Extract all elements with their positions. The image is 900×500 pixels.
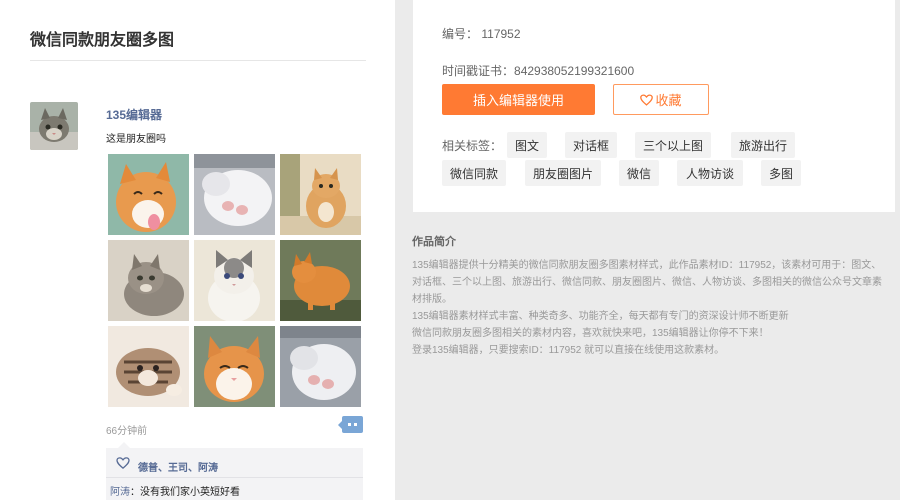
avatar xyxy=(30,102,78,150)
cert-value: 842938052199321600 xyxy=(514,64,635,78)
likers-list[interactable]: 德普、王司、阿涛 xyxy=(138,459,218,474)
post-user-name[interactable]: 135编辑器 xyxy=(106,106,162,123)
comment-dot xyxy=(348,423,351,426)
photo-cell[interactable] xyxy=(108,154,189,235)
photo-cell[interactable] xyxy=(108,326,189,407)
heart-icon xyxy=(116,457,130,469)
tag[interactable]: 旅游出行 xyxy=(731,132,795,158)
timestamp-certificate: 时间戳证书：842938052199321600 xyxy=(442,62,634,79)
tags-label: 相关标签： xyxy=(442,139,503,153)
tag[interactable]: 朋友圈图片 xyxy=(525,160,601,186)
description-paragraph: 微信同款朋友圈多图相关的素材内容，喜欢就快来吧，135编辑器让你停不下来！ xyxy=(412,328,769,339)
description-text: 135编辑器提供十分精美的微信同款朋友圈多图素材样式，此作品素材ID：11795… xyxy=(412,257,890,359)
tag[interactable]: 微信 xyxy=(619,160,659,186)
photo-cell[interactable] xyxy=(108,240,189,321)
tag[interactable]: 人物访谈 xyxy=(677,160,743,186)
tag[interactable]: 多图 xyxy=(761,160,801,186)
favorite-button[interactable]: 收藏 xyxy=(613,84,709,115)
divider xyxy=(106,477,363,478)
tag[interactable]: 微信同款 xyxy=(442,160,506,186)
commenter-name[interactable]: 阿涛 xyxy=(110,487,130,498)
comment-text: 没有我们家小英短好看 xyxy=(140,487,240,498)
description-title: 作品简介 xyxy=(412,236,456,248)
comment-action-button[interactable] xyxy=(338,416,363,433)
description-paragraph: 135编辑器提供十分精美的微信同款朋友圈多图素材样式，此作品素材ID：11795… xyxy=(412,260,882,305)
preview-panel: 微信同款朋友圈多图 135编辑器 这是朋友圈吗 66分钟前 德普、王司、阿涛 阿… xyxy=(0,0,395,500)
tag[interactable]: 图文 xyxy=(507,132,547,158)
likes-comments-box: 德普、王司、阿涛 阿涛：没有我们家小英短好看 xyxy=(106,442,363,500)
material-id-label: 编号： xyxy=(442,27,479,41)
cert-label: 时间戳证书： xyxy=(442,64,515,78)
photo-cell[interactable] xyxy=(280,326,361,407)
heart-icon xyxy=(640,93,654,106)
divider xyxy=(30,60,366,61)
description-paragraph: 135编辑器素材样式丰富、种类奇多、功能齐全，每天都有专门的资深设计师不断更新 xyxy=(412,311,789,322)
material-id-value: 117952 xyxy=(481,27,521,41)
photo-cell[interactable] xyxy=(194,326,275,407)
description-paragraph: 登录135编辑器，只要搜索ID：117952 就可以直接在线使用这款素材。 xyxy=(412,345,725,356)
insert-into-editor-button[interactable]: 插入编辑器使用 xyxy=(442,84,595,115)
post-text: 这是朋友圈吗 xyxy=(106,134,166,145)
preview-title: 微信同款朋友圈多图 xyxy=(30,32,175,49)
photo-cell[interactable] xyxy=(280,240,361,321)
photo-cell[interactable] xyxy=(280,154,361,235)
photo-cell[interactable] xyxy=(194,240,275,321)
comment-dot xyxy=(354,423,357,426)
comment-item: 阿涛：没有我们家小英短好看 xyxy=(110,487,240,498)
tag[interactable]: 三个以上图 xyxy=(635,132,711,158)
material-id: 编号： 117952 xyxy=(442,25,521,42)
photo-grid xyxy=(108,154,362,408)
tag[interactable]: 对话框 xyxy=(565,132,617,158)
photo-cell[interactable] xyxy=(194,154,275,235)
post-time: 66分钟前 xyxy=(106,426,148,437)
material-info-card: 编号： 117952 时间戳证书：842938052199321600 插入编辑… xyxy=(413,0,895,212)
favorite-label: 收藏 xyxy=(655,93,682,108)
